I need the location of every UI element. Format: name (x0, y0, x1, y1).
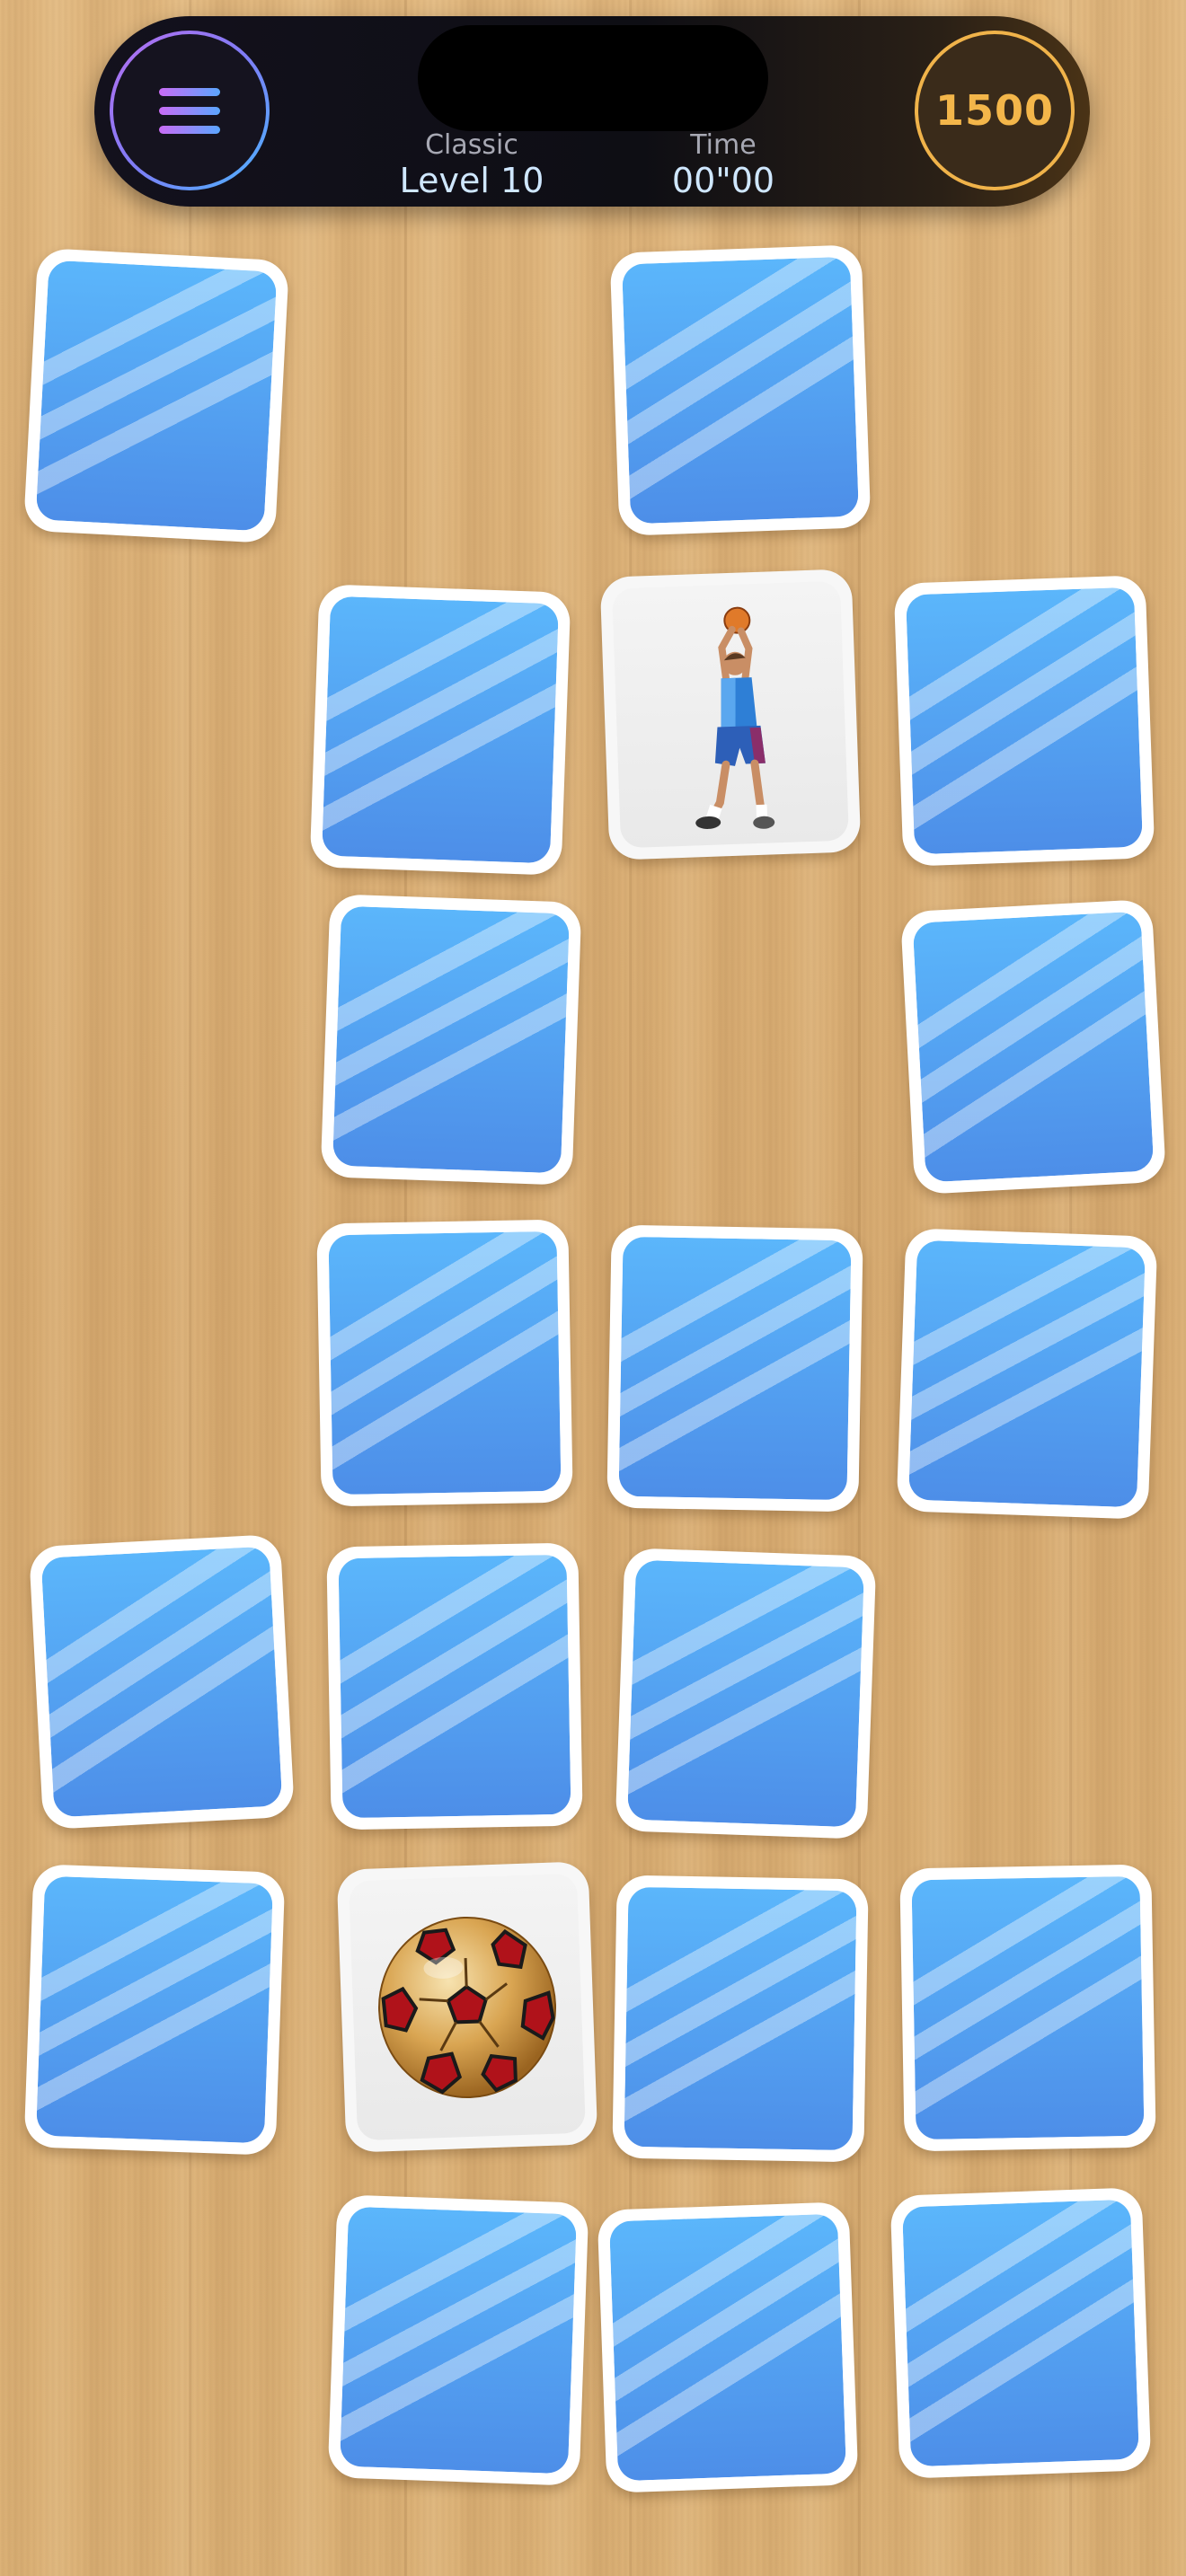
memory-card[interactable] (893, 575, 1155, 867)
memory-card-revealed[interactable] (336, 1861, 598, 2153)
memory-card[interactable] (309, 584, 571, 876)
time-display: Time 00"00 (647, 129, 800, 201)
card-back-pattern (36, 1875, 273, 2144)
memory-card-revealed[interactable] (599, 569, 862, 860)
memory-card[interactable] (597, 2201, 859, 2493)
memory-card[interactable] (899, 1864, 1156, 2152)
basketball-player-card-face (612, 580, 849, 849)
card-back-pattern (627, 1559, 864, 1828)
card-back-pattern (908, 1239, 1146, 1508)
level-value: Level 10 (399, 161, 544, 200)
memory-card[interactable] (28, 1533, 296, 1831)
hamburger-menu-icon (113, 34, 266, 187)
card-back-pattern (624, 1886, 857, 2151)
card-back-pattern (609, 2213, 846, 2482)
card-back-pattern (40, 1546, 283, 1818)
card-back-pattern (322, 595, 559, 864)
memory-card[interactable] (896, 1228, 1158, 1520)
soccer-ball-card-face (349, 1873, 586, 2141)
time-value: 00"00 (671, 161, 775, 200)
card-back-pattern (911, 1875, 1145, 2140)
card-back-pattern (332, 905, 570, 1174)
memory-card[interactable] (899, 898, 1167, 1195)
menu-button[interactable] (110, 31, 270, 190)
card-back-pattern (340, 2206, 577, 2475)
memory-card[interactable] (327, 2194, 589, 2486)
card-back-pattern (622, 256, 859, 525)
card-back-pattern (912, 911, 1155, 1183)
memory-card[interactable] (23, 1864, 286, 2156)
card-back-pattern (35, 260, 278, 532)
memory-card[interactable] (320, 894, 582, 1186)
memory-card[interactable] (612, 1875, 869, 2163)
time-label: Time (690, 129, 757, 161)
memory-card[interactable] (615, 1548, 877, 1839)
memory-card[interactable] (316, 1219, 573, 1507)
card-back-pattern (338, 1554, 571, 1819)
card-back-pattern (328, 1231, 562, 1495)
card-back-pattern (618, 1236, 852, 1501)
soccer-ball-icon (377, 1916, 557, 2098)
basketball-player-icon (695, 606, 775, 829)
memory-card[interactable] (606, 1224, 863, 1513)
memory-card[interactable] (326, 1542, 583, 1831)
coins-counter[interactable]: 1500 (915, 31, 1075, 190)
mode-label: Classic (425, 129, 518, 161)
memory-card[interactable] (22, 247, 290, 544)
level-display: Classic Level 10 (386, 129, 557, 201)
coins-value: 1500 (934, 86, 1055, 135)
camera-notch (418, 25, 768, 131)
card-back-pattern (906, 587, 1143, 855)
memory-card[interactable] (609, 244, 872, 536)
card-back-pattern (902, 2199, 1139, 2467)
memory-card[interactable] (890, 2187, 1152, 2479)
